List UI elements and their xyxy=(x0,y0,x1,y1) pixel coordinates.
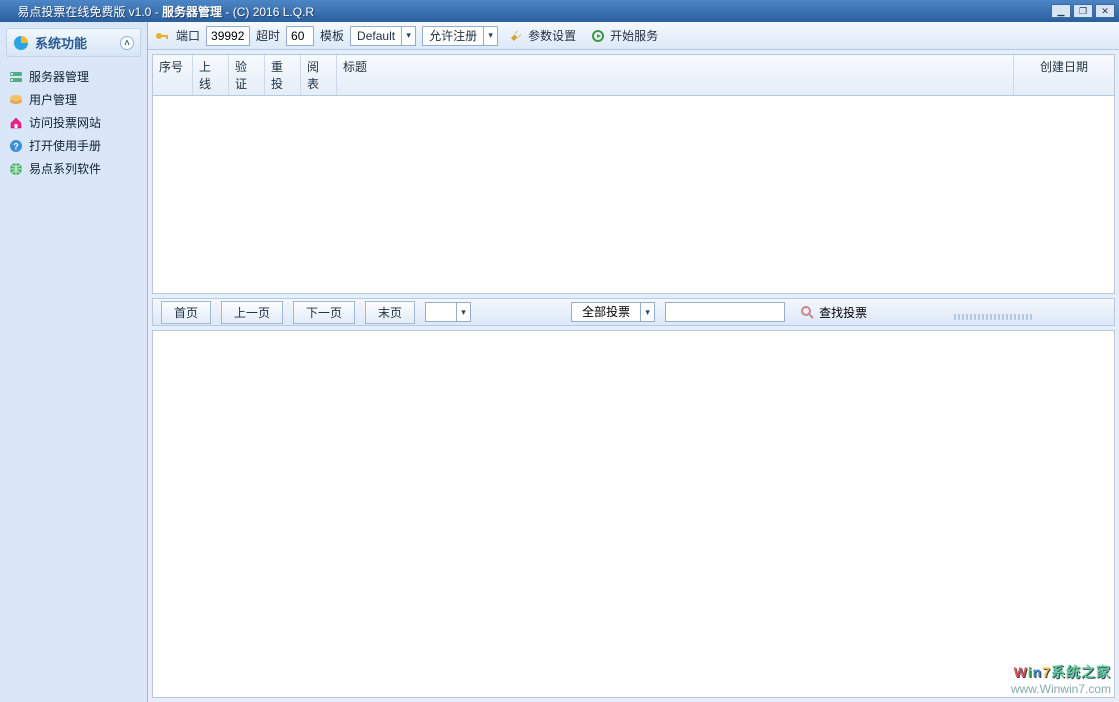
sidebar-header[interactable]: 系统功能 ˄ xyxy=(6,28,141,57)
port-input[interactable] xyxy=(206,26,250,46)
filter-value: 全部投票 xyxy=(572,303,640,321)
wrench-icon xyxy=(508,28,524,44)
help-icon: ? xyxy=(8,138,24,154)
next-page-button[interactable]: 下一页 xyxy=(293,301,355,324)
chevron-down-icon[interactable]: ▾ xyxy=(401,27,415,45)
template-label: 模板 xyxy=(320,27,344,44)
search-input[interactable] xyxy=(665,302,785,322)
pager-bar: 首页 上一页 下一页 末页 ▾ 全部投票 ▾ 查找投票 xyxy=(152,298,1115,326)
prev-page-button[interactable]: 上一页 xyxy=(221,301,283,324)
filter-combo[interactable]: 全部投票 ▾ xyxy=(571,302,655,322)
sidebar-items: 服务器管理 用户管理 访问投票网站 ? 打开使用手册 易点系列软件 xyxy=(0,63,147,182)
param-settings-button[interactable]: 参数设置 xyxy=(504,25,580,46)
page-combo[interactable]: ▾ xyxy=(425,302,471,322)
timeout-label: 超时 xyxy=(256,27,280,44)
key-icon xyxy=(154,28,170,44)
allow-register-combo[interactable]: 允许注册 ▾ xyxy=(422,26,498,46)
sidebar-header-label: 系统功能 xyxy=(35,33,87,52)
window-controls: ▁ ❐ ✕ xyxy=(1051,4,1115,18)
start-service-label: 开始服务 xyxy=(610,27,658,44)
sidebar-item-label: 用户管理 xyxy=(29,91,77,108)
sidebar: 系统功能 ˄ 服务器管理 用户管理 访问投票网站 ? 打开使用手册 易点系 xyxy=(0,22,148,702)
sidebar-item-label: 易点系列软件 xyxy=(29,160,101,177)
template-value: Default xyxy=(351,29,401,43)
title-bar: 易点投票在线免费版 v1.0 - 服务器管理 - (C) 2016 L.Q.R … xyxy=(0,0,1119,22)
home-icon xyxy=(8,115,24,131)
close-button[interactable]: ✕ xyxy=(1095,4,1115,18)
pie-icon xyxy=(13,35,29,51)
restore-button[interactable]: ❐ xyxy=(1073,4,1093,18)
sidebar-item-manual[interactable]: ? 打开使用手册 xyxy=(6,134,141,157)
chevron-down-icon[interactable]: ▾ xyxy=(456,303,470,321)
search-vote-button[interactable]: 查找投票 xyxy=(795,302,871,323)
search-vote-label: 查找投票 xyxy=(819,304,867,321)
chevron-down-icon[interactable]: ▾ xyxy=(483,27,497,45)
users-icon xyxy=(8,92,24,108)
allow-register-value: 允许注册 xyxy=(423,27,483,44)
sidebar-item-server[interactable]: 服务器管理 xyxy=(6,65,141,88)
page-value xyxy=(426,303,456,321)
col-index[interactable]: 序号 xyxy=(153,55,193,95)
server-icon xyxy=(8,69,24,85)
first-page-button[interactable]: 首页 xyxy=(161,301,211,324)
grid-header: 序号 上线 验证 重投 阅表 标题 创建日期 xyxy=(153,55,1114,96)
last-page-button[interactable]: 末页 xyxy=(365,301,415,324)
workspace: 系统功能 ˄ 服务器管理 用户管理 访问投票网站 ? 打开使用手册 易点系 xyxy=(0,22,1119,702)
chevron-down-icon[interactable]: ▾ xyxy=(640,303,654,321)
sidebar-item-label: 打开使用手册 xyxy=(29,137,101,154)
param-settings-label: 参数设置 xyxy=(528,27,576,44)
splitter-gripper[interactable] xyxy=(881,304,1106,320)
sidebar-item-products[interactable]: 易点系列软件 xyxy=(6,157,141,180)
globe-icon xyxy=(8,161,24,177)
minimize-button[interactable]: ▁ xyxy=(1051,4,1071,18)
timeout-input[interactable] xyxy=(286,26,314,46)
template-combo[interactable]: Default ▾ xyxy=(350,26,416,46)
col-createdate[interactable]: 创建日期 xyxy=(1014,55,1114,95)
port-label: 端口 xyxy=(176,27,200,44)
gear-play-icon xyxy=(590,28,606,44)
search-icon xyxy=(799,304,815,320)
sidebar-item-visit-site[interactable]: 访问投票网站 xyxy=(6,111,141,134)
grid-body-empty xyxy=(153,96,1114,293)
col-readtable[interactable]: 阅表 xyxy=(301,55,337,95)
col-online[interactable]: 上线 xyxy=(193,55,229,95)
sidebar-item-label: 服务器管理 xyxy=(29,68,89,85)
detail-panel xyxy=(152,330,1115,698)
collapse-icon[interactable]: ˄ xyxy=(120,36,134,50)
col-verify[interactable]: 验证 xyxy=(229,55,265,95)
col-revote[interactable]: 重投 xyxy=(265,55,301,95)
svg-text:?: ? xyxy=(13,141,19,151)
start-service-button[interactable]: 开始服务 xyxy=(586,25,662,46)
toolbar: 端口 超时 模板 Default ▾ 允许注册 ▾ 参数设置 开始服务 xyxy=(148,22,1119,50)
sidebar-item-label: 访问投票网站 xyxy=(29,114,101,131)
col-title[interactable]: 标题 xyxy=(337,55,1014,95)
vote-list-panel: 序号 上线 验证 重投 阅表 标题 创建日期 xyxy=(152,54,1115,294)
sidebar-item-users[interactable]: 用户管理 xyxy=(6,88,141,111)
main-area: 端口 超时 模板 Default ▾ 允许注册 ▾ 参数设置 开始服务 xyxy=(148,22,1119,702)
